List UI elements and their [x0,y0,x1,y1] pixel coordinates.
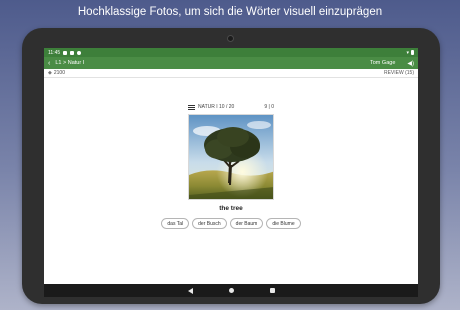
choice-button[interactable]: der Baum [229,218,264,229]
coin-icon: ◆ [48,70,52,76]
battery-icon [411,50,414,55]
target-word: the tree [219,205,243,212]
sync-icon [77,50,82,55]
notification-icon [63,50,68,55]
android-nav-bar [44,284,418,297]
info-bar: ◆ 2100 REVIEW (15) [44,69,418,78]
promo-caption: Hochklassige Fotos, um sich die Wörter v… [77,6,383,18]
camera-dot [227,35,234,42]
answer-choices: das Tal der Busch der Baum die Blume [156,218,306,229]
wifi-icon: ▾ [406,49,409,56]
lesson-header: NATUR I 10 / 20 9 | 0 [188,102,274,112]
breadcrumb: L1 > Natur I [55,60,85,66]
speaker-icon[interactable]: ◀) [407,60,414,67]
back-arrow-icon[interactable]: ‹ [48,60,50,67]
tablet-device: 11:45 ▾ ‹ L1 > Natur I Tom Gage ◀) ◆ 210… [22,28,440,304]
user-name[interactable]: Tom Gage [370,60,395,66]
tree-image [189,115,273,199]
app-bar: ‹ L1 > Natur I Tom Gage ◀) [44,57,418,69]
score-counter: 9 | 0 [264,104,274,110]
status-time: 11:45 [48,49,61,56]
choice-button[interactable]: der Busch [192,218,227,229]
review-button[interactable]: REVIEW (15) [384,70,414,76]
app-screen: 11:45 ▾ ‹ L1 > Natur I Tom Gage ◀) ◆ 210… [44,48,418,297]
nav-back-icon[interactable] [187,287,193,294]
notification-icon [70,50,75,55]
menu-icon[interactable] [188,104,195,110]
lesson-title: NATUR I 10 / 20 [198,104,235,110]
status-bar: 11:45 ▾ [44,48,418,57]
choice-button[interactable]: die Blume [266,218,301,229]
tree-photo [188,114,274,200]
nav-recents-icon[interactable] [269,288,275,293]
choice-button[interactable]: das Tal [161,218,190,229]
coin-count: 2100 [53,70,65,76]
nav-home-icon[interactable] [228,288,234,293]
